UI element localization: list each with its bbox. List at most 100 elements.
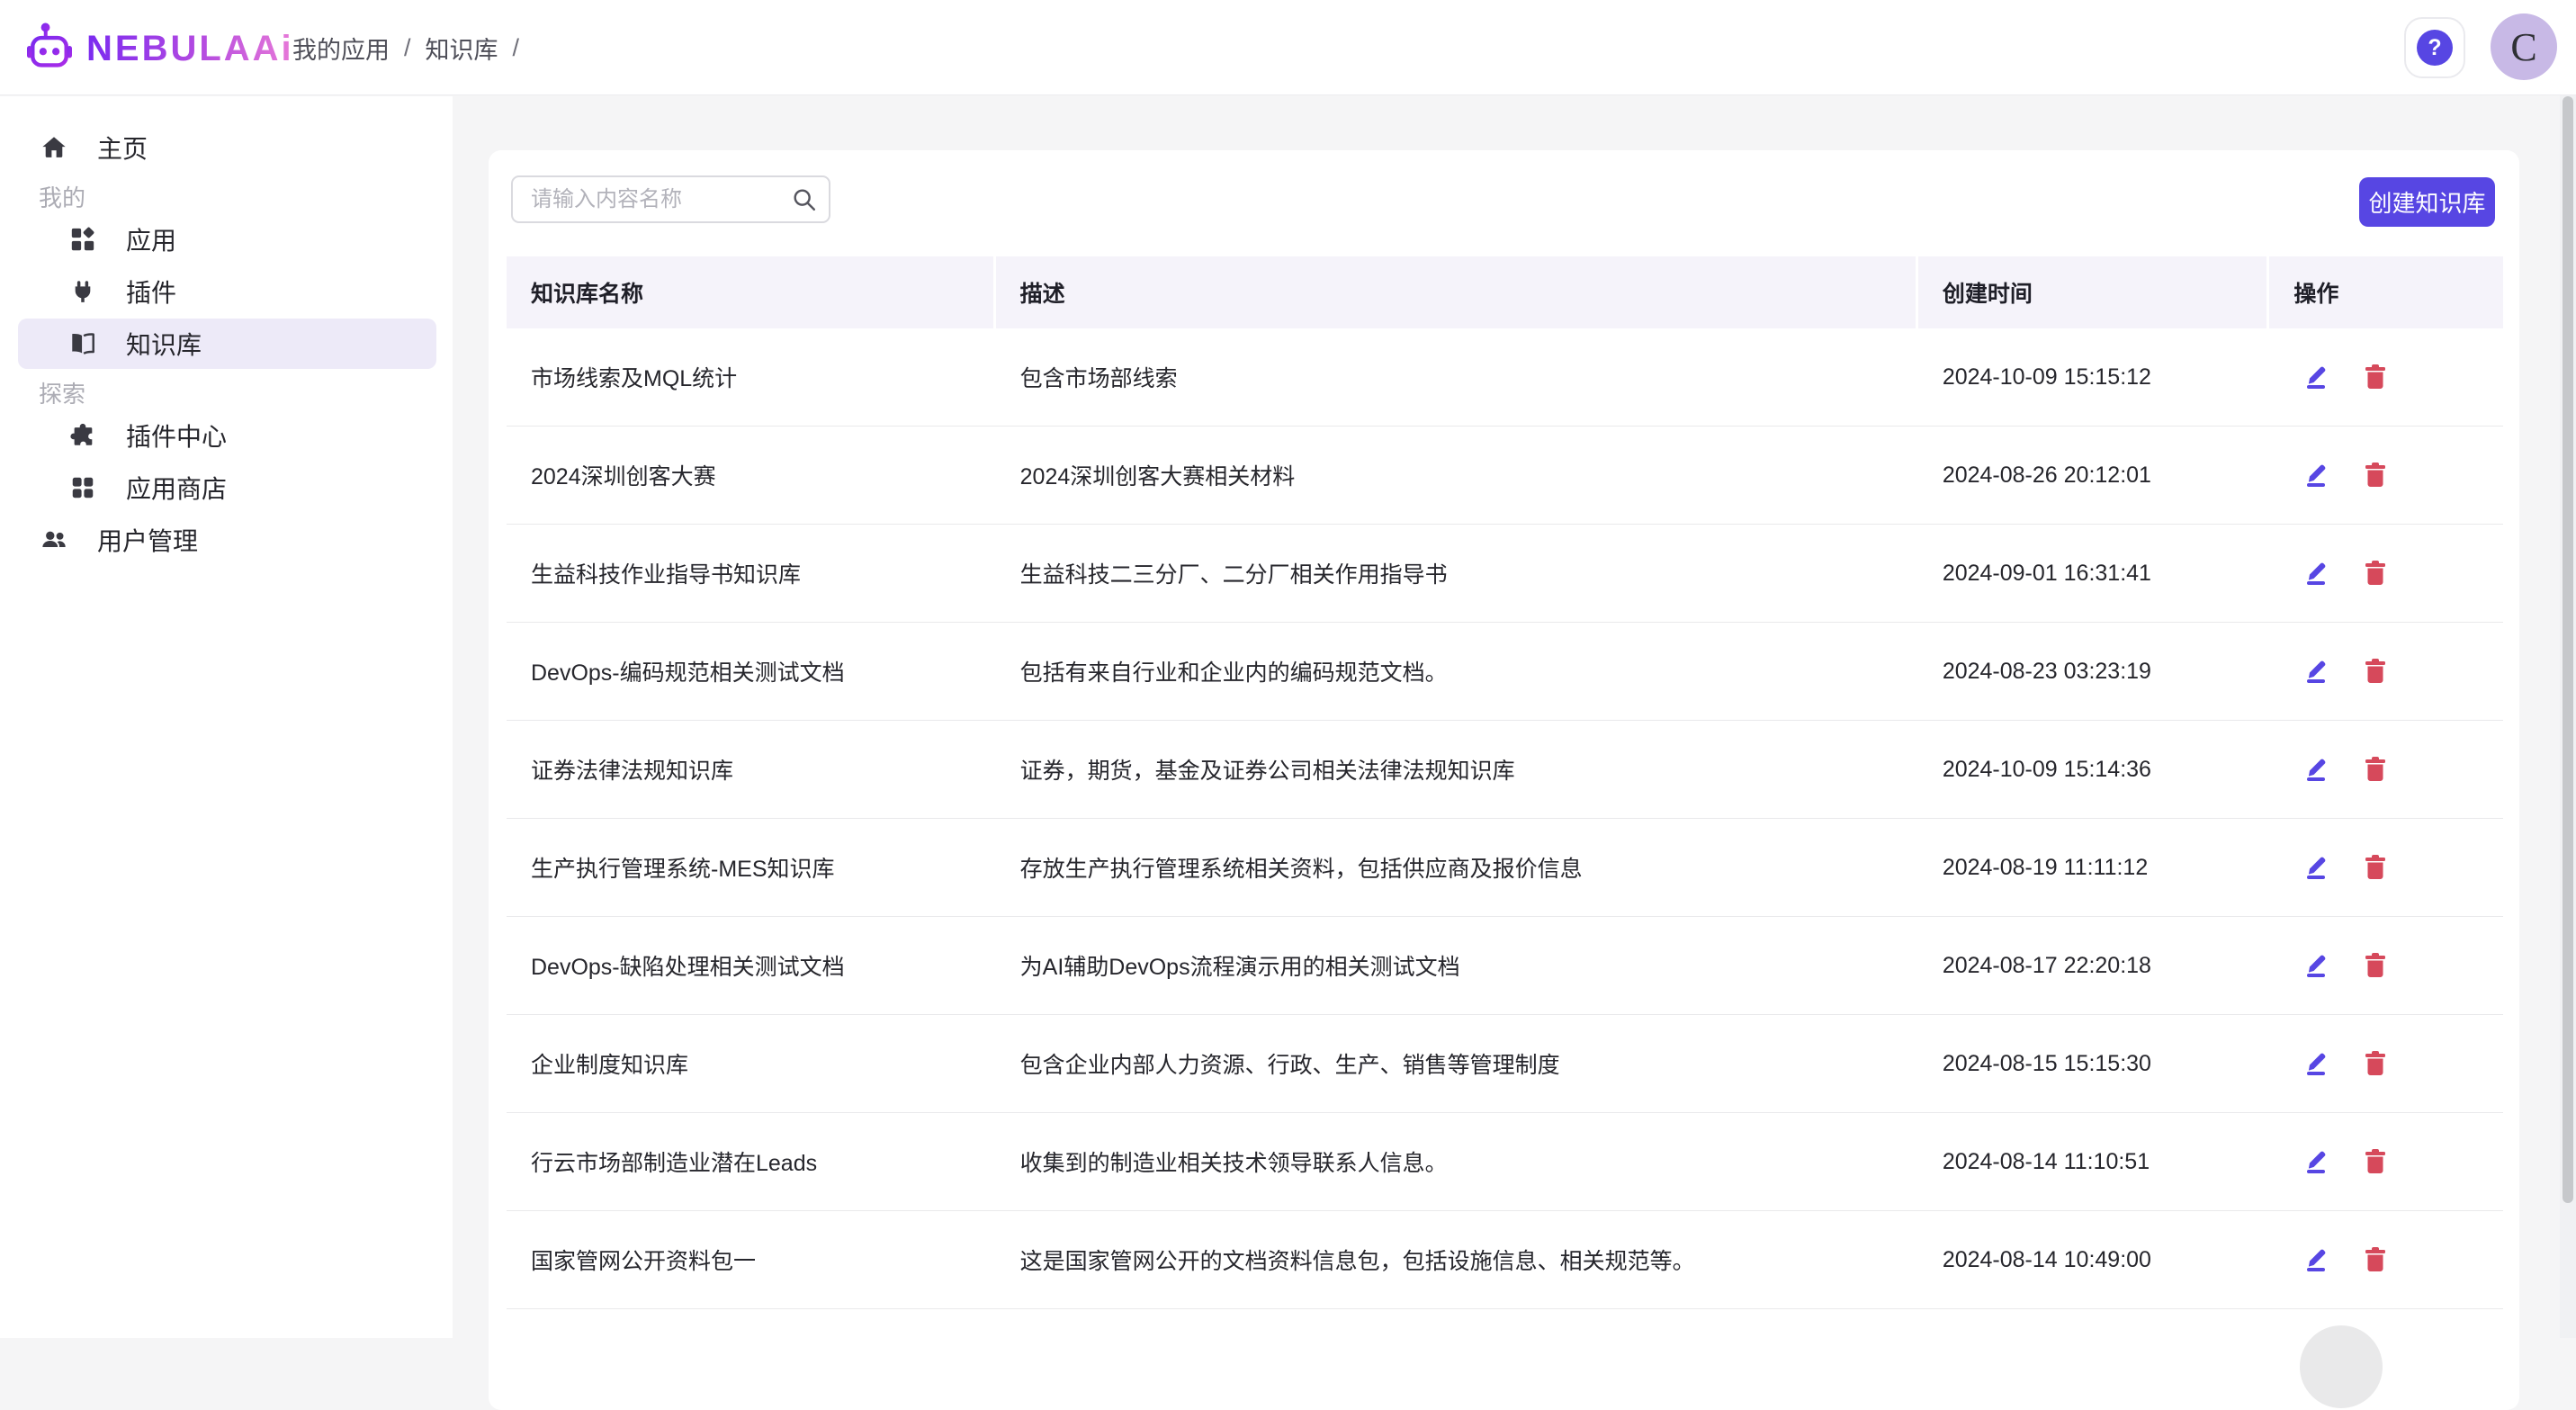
edit-pencil-icon — [2301, 655, 2331, 688]
breadcrumb: 我的应用 / 知识库 / — [292, 0, 519, 95]
table-row[interactable]: 企业制度知识库 包含企业内部人力资源、行政、生产、销售等管理制度 2024-08… — [507, 1015, 2503, 1113]
delete-button[interactable] — [2359, 1145, 2392, 1178]
edit-pencil-icon — [2301, 1047, 2331, 1081]
trash-icon — [2360, 1244, 2391, 1277]
kb-created-cell: 2024-09-01 16:31:41 — [1918, 561, 2270, 587]
kb-description-cell: 生益科技二三分厂、二分厂相关作用指导书 — [996, 557, 1918, 589]
search-input[interactable] — [513, 177, 829, 221]
sidebar: 主页 我的 应用 插件 知识库 探索 插件中心 应用商店 用户管理 — [0, 96, 453, 1338]
kb-created-cell: 2024-10-09 15:15:12 — [1918, 364, 2270, 391]
edit-button[interactable] — [2300, 949, 2332, 982]
kb-name-cell: 生益科技作业指导书知识库 — [507, 557, 996, 589]
table-row[interactable]: 生产执行管理系统-MES知识库 存放生产执行管理系统相关资料，包括供应商及报价信… — [507, 819, 2503, 917]
edit-button[interactable] — [2300, 361, 2332, 393]
table-row[interactable]: DevOps-缺陷处理相关测试文档 为AI辅助DevOps流程演示用的相关测试文… — [507, 917, 2503, 1015]
kb-description-cell: 收集到的制造业相关技术领导联系人信息。 — [996, 1145, 1918, 1178]
column-header: 创建时间 — [1918, 256, 2270, 328]
scrollbar-thumb[interactable] — [2563, 96, 2573, 1203]
kb-name-cell: 国家管网公开资料包一 — [507, 1244, 996, 1276]
table-row[interactable]: 证券法律法规知识库 证券，期货，基金及证券公司相关法律法规知识库 2024-10… — [507, 721, 2503, 819]
table-row[interactable]: 生益科技作业指导书知识库 生益科技二三分厂、二分厂相关作用指导书 2024-09… — [507, 525, 2503, 623]
edit-button[interactable] — [2300, 851, 2332, 884]
search-box — [511, 175, 830, 223]
delete-button[interactable] — [2359, 1244, 2392, 1276]
delete-button[interactable] — [2359, 557, 2392, 589]
sidebar-nav: 主页 我的 应用 插件 知识库 探索 插件中心 应用商店 用户管理 — [0, 96, 453, 565]
edit-pencil-icon — [2301, 557, 2331, 590]
app: { "brand": { "name": "NEBULAAi" }, "topb… — [0, 0, 2576, 1338]
column-header: 描述 — [996, 256, 1918, 328]
search-icon[interactable] — [791, 186, 818, 213]
edit-button[interactable] — [2300, 1244, 2332, 1276]
help-button[interactable]: ? — [2404, 17, 2465, 78]
edit-pencil-icon — [2301, 459, 2331, 492]
delete-button[interactable] — [2359, 949, 2392, 982]
sidebar-item-user-management[interactable]: 用户管理 — [18, 515, 436, 565]
table-header: 知识库名称描述创建时间操作 — [507, 256, 2503, 328]
kb-actions-cell — [2269, 557, 2503, 589]
trash-icon — [2360, 361, 2391, 394]
sidebar-section-label: 探索 — [39, 376, 453, 409]
sidebar-item-app-store[interactable]: 应用商店 — [18, 463, 436, 513]
table-body: 市场线索及MQL统计 包含市场部线索 2024-10-09 15:15:12 — [507, 328, 2503, 1309]
users-icon — [40, 526, 67, 553]
breadcrumb-knowledge-base[interactable]: 知识库 — [426, 31, 498, 66]
sidebar-item-label: 知识库 — [126, 326, 202, 362]
brand-wordmark: NEBULAAi — [86, 31, 294, 67]
edit-button[interactable] — [2300, 1145, 2332, 1178]
delete-button[interactable] — [2359, 459, 2392, 491]
kb-description-cell: 2024深圳创客大赛相关材料 — [996, 459, 1918, 491]
scrollbar-track — [2560, 0, 2576, 1338]
kb-description-cell: 这是国家管网公开的文档资料信息包，包括设施信息、相关规范等。 — [996, 1244, 1918, 1276]
delete-button[interactable] — [2359, 361, 2392, 393]
kb-actions-cell — [2269, 361, 2503, 393]
kb-actions-cell — [2269, 655, 2503, 687]
sidebar-item-label: 主页 — [97, 130, 148, 166]
trash-icon — [2360, 753, 2391, 786]
kb-actions-cell — [2269, 949, 2503, 982]
kb-actions-cell — [2269, 753, 2503, 786]
trash-icon — [2360, 1047, 2391, 1081]
kb-name-cell: 证券法律法规知识库 — [507, 753, 996, 786]
sidebar-item-home[interactable]: 主页 — [18, 122, 436, 173]
kb-created-cell: 2024-08-14 11:10:51 — [1918, 1149, 2270, 1175]
sidebar-item-plugin-center[interactable]: 插件中心 — [18, 410, 436, 461]
edit-button[interactable] — [2300, 753, 2332, 786]
breadcrumb-my-apps[interactable]: 我的应用 — [292, 31, 390, 66]
edit-button[interactable] — [2300, 557, 2332, 589]
table-row[interactable]: 国家管网公开资料包一 这是国家管网公开的文档资料信息包，包括设施信息、相关规范等… — [507, 1211, 2503, 1309]
edit-button[interactable] — [2300, 655, 2332, 687]
kb-description-cell: 为AI辅助DevOps流程演示用的相关测试文档 — [996, 949, 1918, 982]
kb-name-cell: 企业制度知识库 — [507, 1047, 996, 1080]
edit-pencil-icon — [2301, 361, 2331, 394]
kb-name-cell: DevOps-编码规范相关测试文档 — [507, 655, 996, 687]
sidebar-item-knowledge-base[interactable]: 知识库 — [18, 319, 436, 369]
delete-button[interactable] — [2359, 851, 2392, 884]
delete-button[interactable] — [2359, 753, 2392, 786]
sidebar-item-apps[interactable]: 应用 — [18, 214, 436, 265]
edit-button[interactable] — [2300, 1047, 2332, 1080]
sidebar-item-plugins[interactable]: 插件 — [18, 266, 436, 317]
question-icon: ? — [2417, 30, 2453, 66]
edit-pencil-icon — [2301, 949, 2331, 983]
column-header: 知识库名称 — [507, 256, 996, 328]
kb-description-cell: 证券，期货，基金及证券公司相关法律法规知识库 — [996, 753, 1918, 786]
trash-icon — [2360, 557, 2391, 590]
robot-icon — [27, 22, 72, 75]
column-header: 操作 — [2269, 256, 2503, 328]
table-row[interactable]: DevOps-编码规范相关测试文档 包括有来自行业和企业内的编码规范文档。 20… — [507, 623, 2503, 721]
create-knowledge-base-button[interactable]: 创建知识库 — [2359, 177, 2495, 227]
delete-button[interactable] — [2359, 655, 2392, 687]
kb-actions-cell — [2269, 1244, 2503, 1276]
brand-logo[interactable]: NEBULAAi — [27, 22, 294, 75]
kb-created-cell: 2024-08-15 15:15:30 — [1918, 1051, 2270, 1077]
kb-created-cell: 2024-10-09 15:14:36 — [1918, 757, 2270, 783]
table-row[interactable]: 市场线索及MQL统计 包含市场部线索 2024-10-09 15:15:12 — [507, 328, 2503, 427]
edit-button[interactable] — [2300, 459, 2332, 491]
kb-actions-cell — [2269, 851, 2503, 884]
table-row[interactable]: 2024深圳创客大赛 2024深圳创客大赛相关材料 2024-08-26 20:… — [507, 427, 2503, 525]
avatar[interactable]: C — [2491, 13, 2557, 80]
table-row[interactable]: 行云市场部制造业潜在Leads 收集到的制造业相关技术领导联系人信息。 2024… — [507, 1113, 2503, 1211]
trash-icon — [2360, 459, 2391, 492]
delete-button[interactable] — [2359, 1047, 2392, 1080]
